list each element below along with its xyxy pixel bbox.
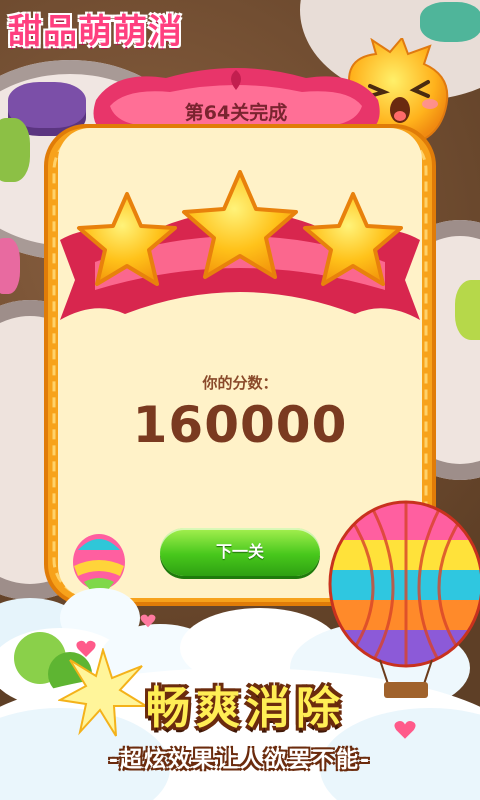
heart-icon — [76, 640, 96, 657]
score-value: 160000 — [132, 396, 348, 454]
promo-title: 畅爽消除 — [146, 683, 346, 734]
macaron-decoration — [455, 280, 480, 340]
heart-icon — [140, 614, 156, 628]
star-rating — [60, 170, 420, 320]
game-logo: 甜品萌萌消 — [8, 4, 208, 54]
hot-air-balloon-large — [328, 500, 480, 698]
macaron-decoration — [0, 238, 20, 294]
promo-subtitle: -超炫效果让人欲罢不能- — [108, 748, 372, 773]
macaron-decoration — [0, 118, 30, 182]
score-label: 你的分数： — [202, 374, 278, 392]
game-title: 甜品萌萌消 — [8, 12, 183, 52]
macaron-decoration — [420, 2, 480, 42]
heart-icon — [394, 720, 416, 739]
next-level-button[interactable]: 下一关 — [160, 528, 320, 576]
